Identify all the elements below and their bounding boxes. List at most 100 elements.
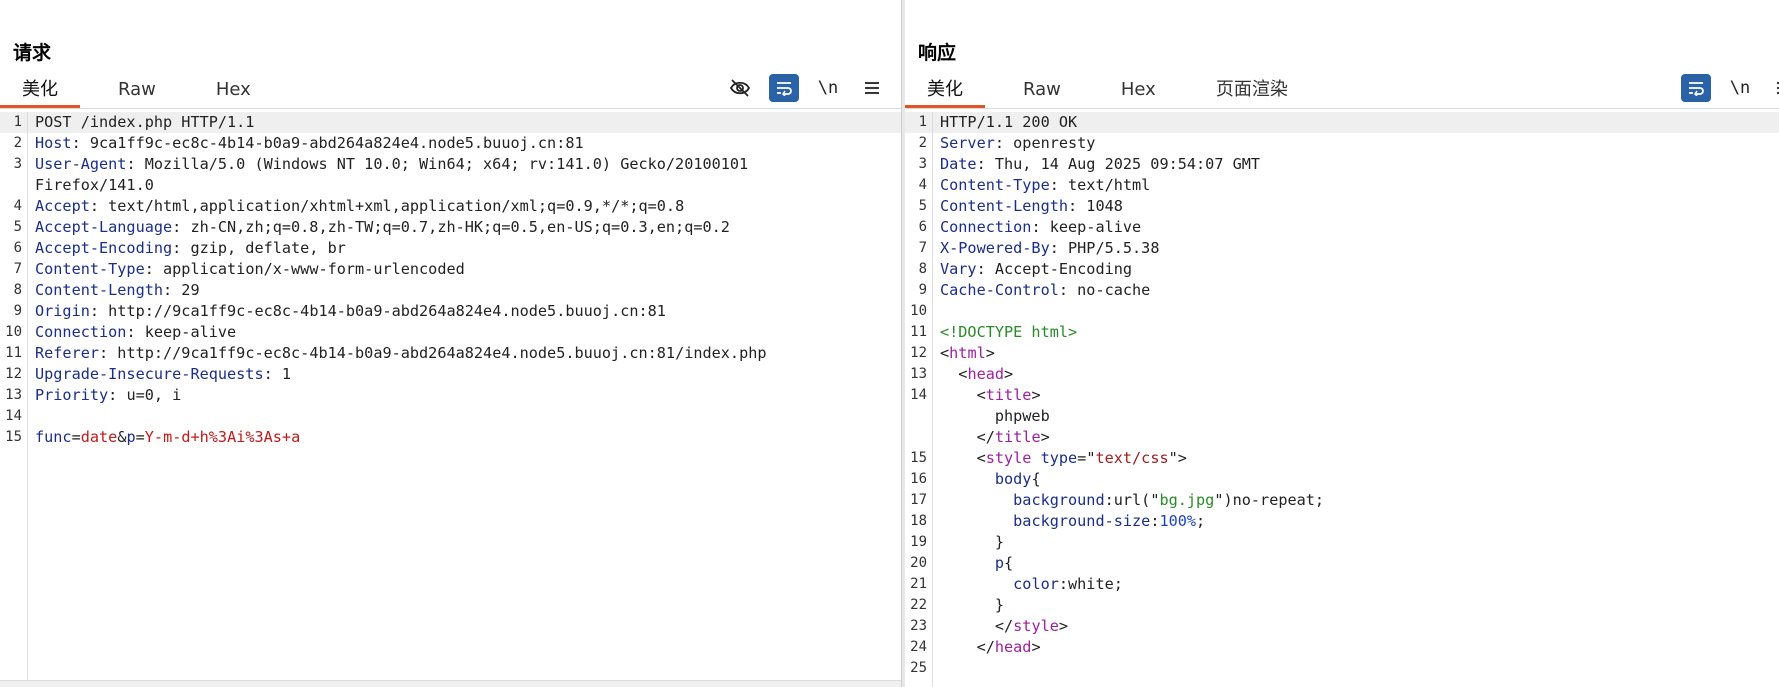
code-line: 10	[905, 301, 1779, 322]
line-content: <style type="text/css">	[930, 448, 1779, 469]
code-line: 11 <!DOCTYPE html>	[905, 322, 1779, 343]
line-content: Content-Type: text/html	[930, 175, 1779, 196]
wrap-icon[interactable]	[769, 74, 799, 102]
line-content: Content-Length: 1048	[930, 196, 1779, 217]
code-line: 2 Host: 9ca1ff9c-ec8c-4b14-b0a9-abd264a82…	[0, 133, 901, 154]
line-content: Content-Length: 29	[25, 280, 901, 301]
code-line: 18 background-size:100%;	[905, 511, 1779, 532]
code-token: </	[940, 617, 1014, 635]
code-token: >	[1058, 617, 1069, 635]
request-tab-raw[interactable]: Raw	[96, 74, 178, 108]
code-line: 10 Connection: keep-alive	[0, 322, 901, 343]
request-toolbar: \n	[725, 74, 887, 102]
code-token: Origin	[35, 302, 90, 320]
code-token: title	[994, 428, 1041, 446]
code-token: : Mozilla/5.0 (Windows NT 10.0; Win64; x…	[126, 155, 749, 173]
code-token: bg.jpg	[1159, 491, 1215, 509]
request-editor[interactable]: 1 POST /index.php HTTP/1.1 2 Host: 9ca1ff9c…	[0, 112, 901, 687]
code-token: X-Powered-By	[940, 239, 1050, 257]
response-tab-hex[interactable]: Hex	[1099, 74, 1178, 108]
code-token: ="	[1077, 449, 1096, 467]
menu-icon[interactable]	[857, 74, 887, 102]
line-content	[25, 406, 901, 427]
code-token: style	[985, 449, 1032, 467]
line-content: </style>	[930, 616, 1779, 637]
line-content: </title>	[930, 427, 1779, 448]
code-token: Content-Length	[35, 281, 164, 299]
line-content: POST /index.php HTTP/1.1	[25, 112, 901, 133]
wrap-icon[interactable]	[1681, 74, 1711, 102]
code-token: : http://9ca1ff9c-ec8c-4b14-b0a9-abd264a…	[89, 302, 666, 320]
response-tab-raw[interactable]: Raw	[1001, 74, 1083, 108]
request-tab-pretty[interactable]: 美化	[0, 74, 80, 108]
code-line: 12 <html>	[905, 343, 1779, 364]
code-line: 15 <style type="text/css">	[905, 448, 1779, 469]
code-token: html	[949, 344, 986, 362]
code-line: 9 Cache-Control: no-cache	[905, 280, 1779, 301]
code-token: >	[985, 344, 995, 362]
code-line: 3 Date: Thu, 14 Aug 2025 09:54:07 GMT	[905, 154, 1779, 175]
code-line: 7 X-Powered-By: PHP/5.5.38	[905, 238, 1779, 259]
code-token: func	[35, 428, 72, 446]
code-line: 21 color:white;	[905, 574, 1779, 595]
menu-icon[interactable]	[1769, 74, 1779, 102]
code-token: : gzip, deflate, br	[172, 239, 346, 257]
code-line: 5 Content-Length: 1048	[905, 196, 1779, 217]
request-scrollbar[interactable]	[0, 680, 901, 687]
line-content: }	[930, 532, 1779, 553]
code-token: title	[985, 386, 1032, 404]
code-token: Priority	[35, 386, 109, 404]
newline-icon[interactable]: \n	[813, 74, 843, 102]
response-lines: 1 HTTP/1.1 200 OK 2 Server: openresty 3 Date:…	[905, 112, 1779, 679]
code-token: <	[940, 386, 986, 404]
request-tab-hex[interactable]: Hex	[194, 74, 273, 108]
line-content: Priority: u=0, i	[25, 385, 901, 406]
code-token: Accept-Encoding	[35, 239, 173, 257]
code-token: : keep-alive	[1031, 218, 1142, 236]
newline-icon[interactable]: \n	[1725, 74, 1755, 102]
code-token: Host	[35, 134, 72, 152]
line-content	[930, 658, 1779, 679]
code-token: : application/x-www-form-urlencoded	[144, 260, 465, 278]
code-token: phpweb	[940, 407, 1050, 425]
code-token: }	[940, 596, 1005, 614]
code-token: : Accept-Encoding	[976, 260, 1133, 278]
code-token: >	[1040, 428, 1050, 446]
code-token: >	[1004, 365, 1014, 383]
line-content: <head>	[930, 364, 1779, 385]
code-token: }	[940, 533, 1005, 551]
line-content: }	[930, 595, 1779, 616]
code-line: 5 Accept-Language: zh-CN,zh;q=0.8,zh-TW;q…	[0, 217, 901, 238]
line-content: p{	[930, 553, 1779, 574]
request-tab-divider	[0, 108, 901, 109]
code-token: <	[940, 449, 986, 467]
line-content: Date: Thu, 14 Aug 2025 09:54:07 GMT	[930, 154, 1779, 175]
code-line: phpweb	[905, 406, 1779, 427]
code-token: head	[967, 365, 1005, 383]
eye-off-icon[interactable]	[725, 74, 755, 102]
response-tab-pretty[interactable]: 美化	[905, 74, 985, 108]
response-title: 响应	[918, 42, 957, 64]
code-token: {	[1004, 554, 1014, 572]
response-tab-render[interactable]: 页面渲染	[1194, 74, 1310, 108]
code-token: Y-m-d+h%3Ai%3As+a	[144, 428, 301, 446]
code-line: 4 Accept: text/html,application/xhtml+xml…	[0, 196, 901, 217]
line-content: <!DOCTYPE html>	[930, 322, 1779, 343]
code-line: 23 </style>	[905, 616, 1779, 637]
code-token: body	[994, 470, 1032, 488]
code-line: </title>	[905, 427, 1779, 448]
request-gutter	[0, 112, 28, 687]
line-content: background:url("bg.jpg")no-repeat;	[930, 490, 1779, 511]
line-content	[930, 301, 1779, 322]
code-token: HTTP/1.1 200 OK	[940, 113, 1078, 131]
code-line: 14	[0, 406, 901, 427]
code-token: color	[1013, 575, 1059, 593]
code-line: 2 Server: openresty	[905, 133, 1779, 154]
response-editor[interactable]: 1 HTTP/1.1 200 OK 2 Server: openresty 3 Date:…	[905, 112, 1779, 687]
request-title: 请求	[13, 42, 52, 64]
code-token: p	[994, 554, 1005, 572]
code-token: >	[1031, 386, 1041, 404]
line-content: body{	[930, 469, 1779, 490]
